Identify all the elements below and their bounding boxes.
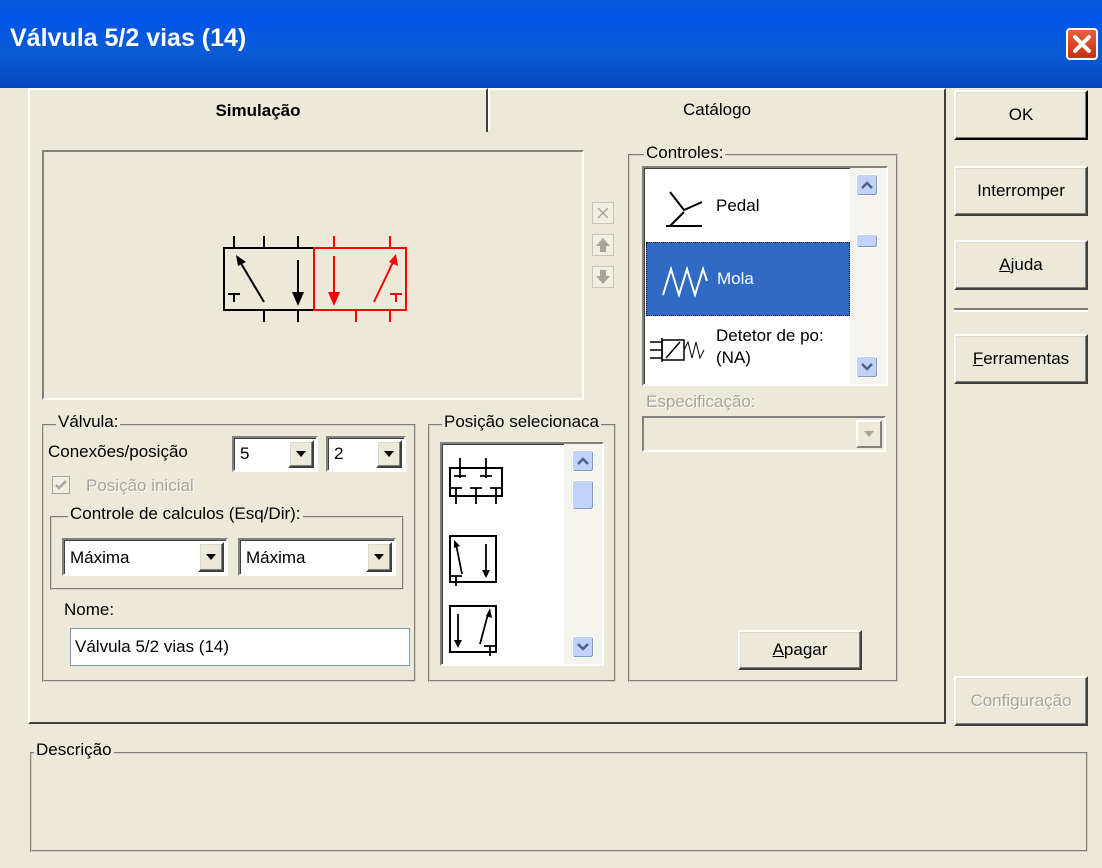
posicao-scroll-thumb[interactable] bbox=[572, 480, 594, 510]
controles-list[interactable]: Pedal Mola Detetor de po: (NA) bbox=[642, 166, 888, 386]
tab-catalogo[interactable]: Catálogo bbox=[488, 88, 946, 130]
descricao-legend: Descrição bbox=[34, 740, 114, 760]
ok-button[interactable]: OK bbox=[954, 90, 1088, 140]
conexoes-dropdown-button[interactable] bbox=[288, 440, 314, 468]
controle-esq-combo[interactable]: Máxima bbox=[62, 538, 228, 576]
list-item-pedal[interactable]: Pedal bbox=[646, 170, 848, 242]
x-icon bbox=[597, 207, 609, 219]
list-item-mola[interactable]: Mola bbox=[646, 242, 850, 316]
window-title: Válvula 5/2 vias (14) bbox=[10, 24, 247, 52]
controle-dir-dropdown-button[interactable] bbox=[366, 542, 392, 572]
posicao-scroll-up-button[interactable] bbox=[572, 450, 594, 472]
list-item-detetor[interactable]: Detetor de po: (NA) bbox=[646, 316, 850, 384]
nome-input[interactable]: Válvula 5/2 vias (14) bbox=[70, 628, 410, 666]
chevron-down-icon bbox=[374, 554, 384, 560]
pedal-label: Pedal bbox=[716, 196, 760, 215]
valve-symbol-icon bbox=[223, 236, 407, 322]
spring-icon bbox=[662, 265, 708, 299]
ajuda-button[interactable]: Ajuda bbox=[954, 240, 1088, 290]
nome-label: Nome: bbox=[64, 600, 115, 619]
ferramentas-button[interactable]: Ferramentas bbox=[954, 334, 1088, 384]
controle-esq-dropdown-button[interactable] bbox=[198, 542, 224, 572]
ok-label: OK bbox=[1008, 105, 1034, 124]
especificacao-label: Especificação: bbox=[646, 392, 756, 411]
conexoes-label: Conexões/posição bbox=[48, 442, 188, 461]
chevron-down-icon bbox=[864, 431, 874, 437]
chevron-down-icon bbox=[206, 554, 216, 560]
mola-label: Mola bbox=[717, 269, 754, 288]
chevron-up-icon bbox=[577, 457, 589, 465]
chevron-up-icon bbox=[861, 181, 873, 189]
chevron-down-icon bbox=[384, 451, 394, 457]
chevron-down-icon bbox=[577, 643, 589, 651]
controle-calculos-legend: Controle de calculos (Esq/Dir): bbox=[68, 504, 303, 524]
posicao-list[interactable] bbox=[440, 442, 604, 666]
controle-esq-value: Máxima bbox=[70, 548, 130, 567]
interromper-label: Interromper bbox=[977, 181, 1065, 200]
configuracao-label: Configuração bbox=[970, 691, 1072, 710]
close-icon bbox=[1073, 35, 1091, 53]
conexoes-value: 5 bbox=[240, 444, 250, 463]
check-icon bbox=[55, 480, 67, 490]
conexoes-combo[interactable]: 5 bbox=[232, 436, 318, 472]
remove-control-button[interactable] bbox=[592, 202, 614, 224]
move-down-button[interactable] bbox=[592, 266, 614, 288]
detetor-label-2: (NA) bbox=[716, 348, 751, 367]
symbol-preview bbox=[42, 150, 584, 400]
tab-simulacao[interactable]: Simulação bbox=[28, 88, 488, 132]
interromper-button[interactable]: Interromper bbox=[954, 166, 1088, 216]
tab-catalogo-label: Catálogo bbox=[682, 100, 752, 119]
posicao-inicial-label: Posição inicial bbox=[86, 476, 194, 495]
ajuda-label: Ajuda bbox=[999, 255, 1043, 274]
scroll-thumb[interactable] bbox=[856, 234, 878, 248]
descricao-group bbox=[30, 752, 1088, 852]
arrow-up-icon bbox=[596, 238, 610, 252]
configuracao-button[interactable]: Configuração bbox=[954, 676, 1088, 726]
close-button[interactable] bbox=[1066, 28, 1098, 60]
apagar-button[interactable]: Apagar bbox=[738, 630, 862, 670]
valve-position-left-icon bbox=[449, 535, 497, 586]
button-separator bbox=[954, 308, 1088, 312]
controle-dir-combo[interactable]: Máxima bbox=[238, 538, 396, 576]
tab-simulacao-label: Simulação bbox=[215, 101, 301, 120]
pedal-icon bbox=[666, 191, 703, 227]
valvula-legend: Válvula: bbox=[56, 412, 121, 432]
apagar-label: Apagar bbox=[772, 640, 828, 659]
posicao-inicial-checkbox[interactable] bbox=[52, 476, 70, 494]
posicao-scrollbar[interactable] bbox=[564, 444, 602, 664]
controles-legend: Controles: bbox=[644, 143, 726, 163]
nome-value: Válvula 5/2 vias (14) bbox=[75, 637, 230, 656]
controle-dir-value: Máxima bbox=[246, 548, 306, 567]
posicoes-value: 2 bbox=[334, 444, 344, 463]
scroll-up-button[interactable] bbox=[856, 174, 878, 196]
posicao-legend: Posição selecionaca bbox=[442, 412, 601, 432]
especificacao-combo[interactable] bbox=[642, 416, 886, 452]
detetor-label: Detetor de po: bbox=[716, 326, 824, 345]
posicoes-dropdown-button[interactable] bbox=[376, 440, 402, 468]
posicoes-combo[interactable]: 2 bbox=[326, 436, 406, 472]
ferramentas-label: Ferramentas bbox=[972, 349, 1070, 368]
controles-scrollbar[interactable] bbox=[850, 168, 886, 384]
especificacao-dropdown-button[interactable] bbox=[856, 420, 882, 448]
valve-position-right-icon bbox=[449, 605, 497, 656]
chevron-down-icon bbox=[861, 363, 873, 371]
chevron-down-icon bbox=[296, 451, 306, 457]
posicao-scroll-down-button[interactable] bbox=[572, 636, 594, 658]
scroll-down-button[interactable] bbox=[856, 356, 878, 378]
arrow-down-icon bbox=[596, 270, 610, 284]
position-detector-icon bbox=[650, 338, 705, 362]
valve-position-neutral-icon bbox=[449, 458, 503, 504]
move-up-button[interactable] bbox=[592, 234, 614, 256]
